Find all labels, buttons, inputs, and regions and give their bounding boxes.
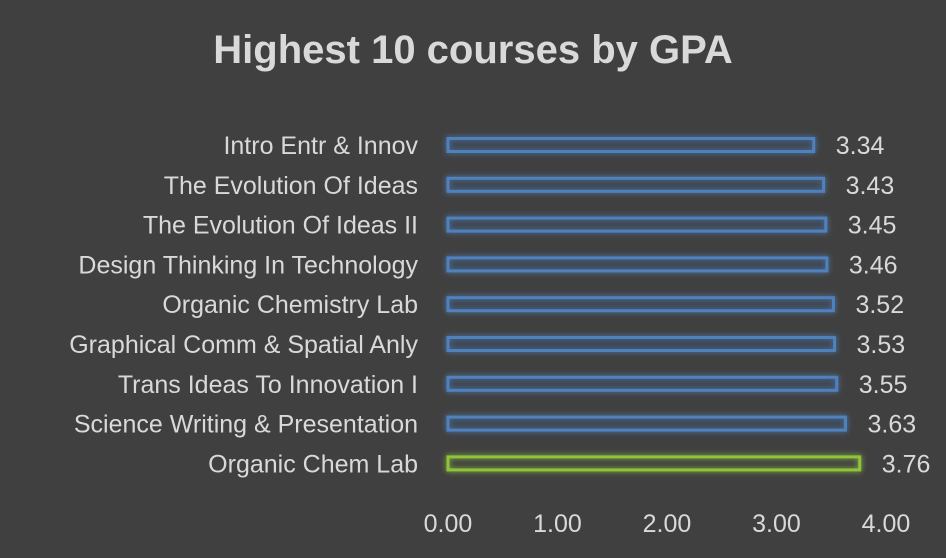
category-label: Science Writing & Presentation (74, 411, 418, 439)
bar (446, 415, 847, 432)
highlight-bar (446, 455, 862, 472)
value-label: 3.76 (882, 450, 931, 478)
x-tick-label: 2.00 (643, 510, 692, 538)
bar (446, 296, 835, 313)
value-labels: 3.34 3.43 3.45 3.46 3.52 3.53 3.55 3.63 3.76 (836, 132, 931, 478)
value-label: 3.45 (848, 212, 897, 240)
category-label: The Evolution Of Ideas II (143, 212, 418, 240)
value-label: 3.46 (849, 251, 898, 279)
bar (446, 256, 829, 273)
category-label: Design Thinking In Technology (78, 251, 418, 279)
category-label: Organic Chemistry Lab (162, 291, 418, 319)
x-tick-label: 0.00 (424, 510, 473, 538)
bar (446, 375, 839, 392)
value-label: 3.53 (857, 331, 906, 359)
bar-chart: Intro Entr & Innov The Evolution Of Ideas… (69, 132, 931, 538)
bar (446, 176, 826, 193)
bar (446, 216, 828, 233)
x-tick-label: 4.00 (862, 510, 911, 538)
category-label: Intro Entr & Innov (223, 132, 418, 160)
x-tick-label: 1.00 (533, 510, 582, 538)
x-axis-ticks: 0.00 1.00 2.00 3.00 4.00 (424, 510, 911, 538)
value-label: 3.52 (855, 291, 904, 319)
chart-container: Highest 10 courses by GPA Intro Entr & I… (0, 0, 946, 558)
value-label: 3.55 (859, 371, 908, 399)
category-label: Graphical Comm & Spatial Anly (69, 331, 418, 359)
value-label: 3.34 (836, 132, 885, 160)
value-label: 3.43 (846, 172, 895, 200)
value-label: 3.63 (867, 411, 916, 439)
category-labels: Intro Entr & Innov The Evolution Of Ideas… (69, 132, 418, 478)
bars (446, 137, 862, 472)
bar (446, 137, 816, 153)
category-label: Organic Chem Lab (208, 450, 418, 478)
category-label: The Evolution Of Ideas (164, 172, 418, 200)
category-label: Trans Ideas To Innovation I (118, 371, 418, 399)
bar (446, 336, 837, 352)
x-tick-label: 3.00 (752, 510, 801, 538)
